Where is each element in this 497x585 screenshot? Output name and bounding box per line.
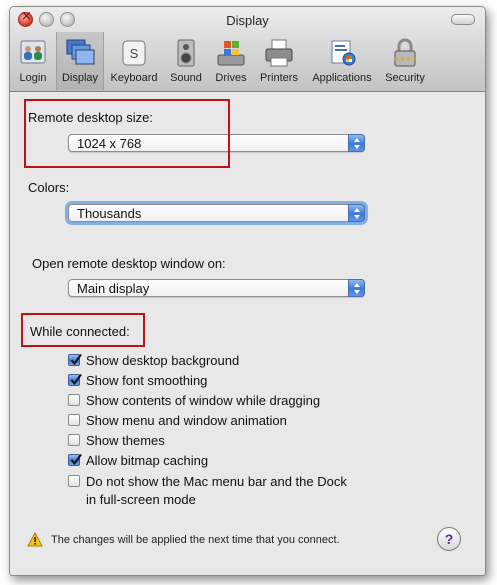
tab-display-label: Display xyxy=(61,72,99,84)
apply-notice-text: The changes will be applied the next tim… xyxy=(51,534,340,546)
colors-value: Thousands xyxy=(77,206,142,221)
checkbox[interactable] xyxy=(68,353,82,366)
tab-drives[interactable]: Drives xyxy=(209,32,253,90)
checkbox[interactable] xyxy=(68,414,80,426)
checkbox-label: Show themes xyxy=(86,433,165,448)
checkmark-icon xyxy=(70,353,82,366)
checkbox[interactable] xyxy=(68,434,80,446)
preferences-window: Display Login Display S xyxy=(9,6,486,576)
tab-login-label: Login xyxy=(19,72,47,84)
tab-security-label: Security xyxy=(385,72,425,84)
checkbox[interactable] xyxy=(68,475,80,487)
open-on-popup[interactable]: Main display xyxy=(68,279,365,297)
tab-keyboard[interactable]: S Keyboard xyxy=(107,32,161,90)
tab-printers[interactable]: Printers xyxy=(256,32,302,90)
display-icon xyxy=(66,39,95,65)
tab-sound[interactable]: Sound xyxy=(166,32,206,90)
keyboard-icon: S xyxy=(122,40,146,66)
tab-applications-label: Applications xyxy=(312,72,372,84)
popup-arrows-icon xyxy=(348,279,365,297)
checkmark-icon xyxy=(70,373,82,386)
tab-sound-label: Sound xyxy=(170,72,202,84)
popup-arrows-icon xyxy=(348,134,365,152)
tab-printers-label: Printers xyxy=(260,72,298,84)
open-on-value: Main display xyxy=(77,281,150,296)
checkbox[interactable] xyxy=(68,453,82,466)
checkbox[interactable] xyxy=(68,373,82,386)
tab-login[interactable]: Login xyxy=(14,32,52,90)
checkbox-label: Allow bitmap caching xyxy=(86,453,209,468)
checkbox-label: Do not show the Mac menu bar and the Doc… xyxy=(86,474,347,489)
security-icon xyxy=(394,38,416,67)
highlight-remote-size xyxy=(24,99,230,168)
checkbox-label: Show desktop background xyxy=(86,353,240,368)
highlight-while-connected xyxy=(21,313,145,347)
popup-arrows-icon xyxy=(348,204,365,222)
colors-label: Colors: xyxy=(28,180,70,195)
checkbox-label: Show font smoothing xyxy=(86,373,208,388)
tab-applications[interactable]: Applications xyxy=(306,32,378,90)
warning-icon xyxy=(27,532,43,547)
window-title: Display xyxy=(226,13,269,28)
login-icon xyxy=(20,40,46,64)
help-icon: ? xyxy=(444,531,454,547)
checkbox[interactable] xyxy=(68,394,80,406)
help-button[interactable]: ? xyxy=(437,527,461,551)
tab-display[interactable]: Display xyxy=(56,32,104,90)
svg-text:S: S xyxy=(130,46,139,61)
drives-icon xyxy=(217,41,245,66)
checkbox-label-multiline: Do not show the Mac menu bar and the Doc… xyxy=(86,474,347,507)
title-bar: Display Login Display S xyxy=(10,7,485,92)
tab-keyboard-label: Keyboard xyxy=(110,72,158,84)
applications-icon xyxy=(331,40,356,66)
open-on-label: Open remote desktop window on: xyxy=(32,256,226,271)
tab-drives-label: Drives xyxy=(215,72,247,84)
tab-security[interactable]: Security xyxy=(381,32,429,90)
colors-popup[interactable]: Thousands xyxy=(68,204,365,222)
printers-icon xyxy=(265,39,293,67)
sound-icon xyxy=(177,39,195,67)
checkmark-icon xyxy=(70,453,82,466)
checkbox-label-line2: in full-screen mode xyxy=(86,492,196,507)
toolbar-toggle-button[interactable] xyxy=(451,14,475,25)
checkbox-label: Show menu and window animation xyxy=(86,413,287,428)
checkbox-label: Show contents of window while dragging xyxy=(86,393,321,408)
